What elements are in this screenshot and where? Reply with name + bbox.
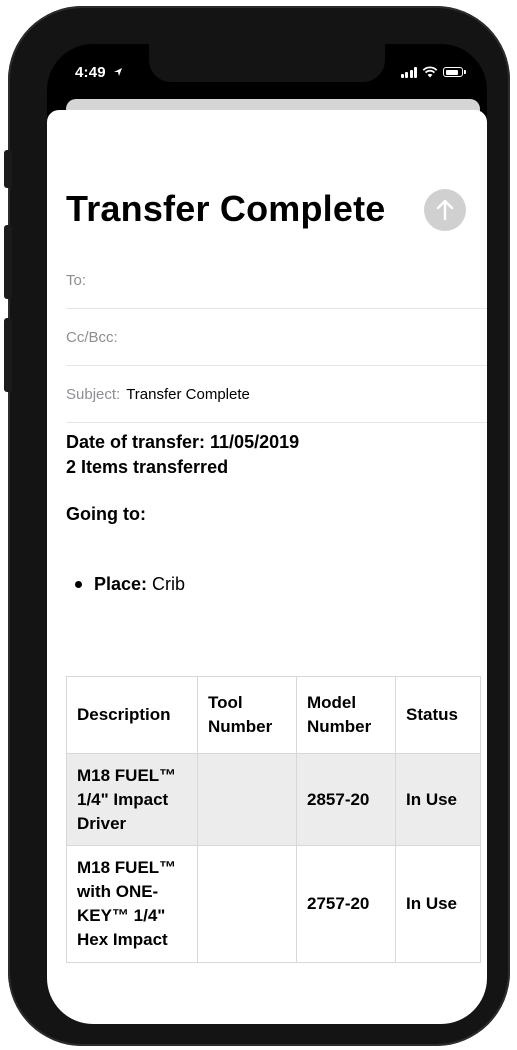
wifi-icon — [422, 66, 438, 78]
status-icons — [400, 66, 466, 78]
cell-model-number: 2757-20 — [296, 845, 396, 963]
header-status: Status — [395, 676, 481, 754]
cell-description: M18 FUEL™ with ONE-KEY™ 1/4" Hex Impact — [66, 845, 198, 963]
cell-status: In Use — [395, 845, 481, 963]
status-time: 4:49 — [75, 64, 123, 81]
cell-description: M18 FUEL™ 1/4" Impact Driver — [66, 752, 198, 847]
place-list-item: Place: Crib — [75, 574, 185, 595]
place-label: Place: — [94, 574, 148, 594]
cellular-signal-icon — [400, 66, 417, 78]
cell-model-number: 2857-20 — [296, 752, 396, 847]
battery-icon — [443, 67, 466, 77]
table-header-row: Description Tool Number Model Number Sta… — [66, 676, 481, 754]
to-label: To: — [66, 271, 87, 289]
cc-bcc-field[interactable]: Cc/Bcc: — [66, 309, 487, 366]
to-field[interactable]: To: — [66, 252, 487, 309]
volume-down-button — [4, 318, 12, 392]
volume-up-button — [4, 225, 12, 299]
cell-status: In Use — [395, 752, 481, 847]
header-description: Description — [66, 676, 198, 754]
cell-tool-number — [197, 752, 297, 847]
location-arrow-icon — [113, 66, 123, 80]
header-model-number: Model Number — [296, 676, 396, 754]
place-value: Crib — [147, 574, 186, 594]
send-button[interactable] — [424, 189, 466, 231]
cell-tool-number — [197, 845, 297, 963]
phone-screen: 4:49 Transfer Complete To: Cc/Bcc: Subje… — [47, 44, 487, 1024]
bullet-dot — [75, 581, 82, 588]
items-count: 2 Items transferred — [66, 457, 229, 477]
transfer-date: Date of transfer: 11/05/2019 — [66, 432, 300, 452]
status-time-text: 4:49 — [75, 64, 106, 81]
table-row: M18 FUEL™ 1/4" Impact Driver 2857-20 In … — [66, 752, 481, 847]
header-tool-number: Tool Number — [197, 676, 297, 754]
going-to-heading: Going to: — [66, 504, 146, 524]
subject-field[interactable]: Subject: Transfer Complete — [66, 366, 487, 423]
email-body[interactable]: Date of transfer: 11/05/2019 2 Items tra… — [66, 432, 468, 525]
cc-bcc-label: Cc/Bcc: — [66, 328, 118, 346]
table-row: M18 FUEL™ with ONE-KEY™ 1/4" Hex Impact … — [66, 845, 481, 963]
transfer-items-table: Description Tool Number Model Number Sta… — [66, 676, 481, 963]
subject-value[interactable]: Transfer Complete — [126, 386, 250, 403]
arrow-up-icon — [436, 199, 454, 221]
notch — [149, 44, 385, 82]
compose-title: Transfer Complete — [66, 188, 386, 229]
phone-frame: 4:49 Transfer Complete To: Cc/Bcc: Subje… — [8, 6, 510, 1046]
silent-switch — [4, 150, 12, 188]
subject-label: Subject: — [66, 385, 121, 403]
compose-sheet: Transfer Complete To: Cc/Bcc: Subject: T… — [47, 110, 487, 1024]
